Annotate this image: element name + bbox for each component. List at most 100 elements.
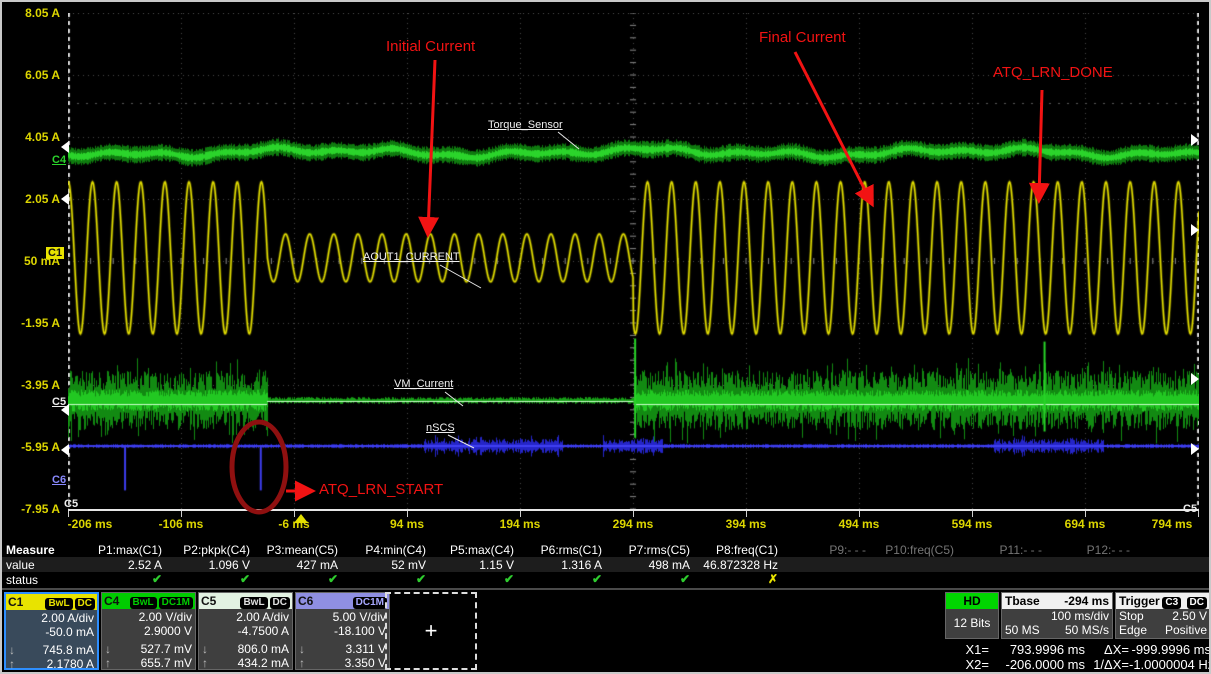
x-axis-label: 494 ms — [839, 517, 880, 531]
timebase-box[interactable]: Tbase -294 ms 100 ms/div 50 MS 50 MS/s — [1001, 592, 1113, 639]
channel-badge-dc1m: DC1M — [353, 597, 387, 609]
channel-box-c4[interactable]: C4BwLDC1M2.00 V/div2.9000 V↓527.7 mV↑655… — [101, 592, 196, 670]
channel-badge-bwl: BwL — [240, 597, 267, 609]
y-axis-label: 8.05 A — [4, 7, 60, 19]
dashboard: C1BwLDC2.00 A/div-50.0 mA↓745.8 mA↑2.178… — [2, 590, 1211, 674]
channel-offset: -50.0 mA — [9, 625, 94, 639]
trigger-coupling-badge: DC — [1187, 597, 1207, 609]
channel-badge-dc: DC — [270, 597, 290, 609]
min-arrow-icon: ↓ — [299, 642, 305, 656]
measure-col-header-p7[interactable]: P7:rms(C5) — [602, 543, 690, 557]
channel-offset: -18.100 V — [299, 624, 386, 638]
trigger-time-marker[interactable] — [294, 514, 308, 523]
time-axis-tick — [1085, 511, 1086, 517]
trace-label-aout1-current: AOUT1_CURRENT — [363, 251, 460, 263]
time-axis-tick — [407, 511, 408, 517]
channel-min-value: 527.7 mV — [141, 642, 192, 656]
plus-icon: + — [425, 618, 438, 644]
max-arrow-icon: ↑ — [9, 657, 15, 671]
trace-label-vm-current: VM_Current — [394, 378, 453, 390]
trigger-type: Edge — [1119, 623, 1147, 637]
measure-col-header-p1[interactable]: P1:max(C1) — [74, 543, 162, 557]
trace-level-marker-right[interactable] — [1191, 373, 1199, 385]
waveform-canvas[interactable] — [68, 13, 1199, 509]
channel-marker-c4[interactable]: C4 — [52, 154, 66, 166]
time-axis-tick — [633, 511, 634, 517]
x-axis-label: -106 ms — [159, 517, 204, 531]
time-axis-tick — [68, 511, 69, 517]
max-arrow-icon: ↑ — [299, 656, 305, 670]
measure-col-header-p10[interactable]: P10:freq(C5) — [866, 543, 954, 557]
trace-level-marker-right[interactable] — [1191, 224, 1199, 236]
x-axis-label: 594 ms — [952, 517, 993, 531]
channel-min-value: 745.8 mA — [43, 643, 94, 657]
measure-col-header-p2[interactable]: P2:pkpk(C4) — [162, 543, 250, 557]
x-axis-label: 394 ms — [726, 517, 767, 531]
add-trace-button[interactable]: + — [385, 592, 477, 670]
x2-label: X2= — [945, 657, 989, 672]
channel-max-value: 3.350 V — [345, 656, 386, 670]
hd-mode-box[interactable]: HD 12 Bits — [945, 592, 999, 639]
trigger-mode: Stop — [1119, 609, 1144, 623]
x-axis-label: -206 ms — [68, 517, 113, 531]
measure-value-p1: 2.52 A — [74, 558, 162, 572]
channel-badge-dc1m: DC1M — [159, 597, 193, 609]
measure-col-header-p4[interactable]: P4:min(C4) — [338, 543, 426, 557]
trigger-label: Trigger — [1119, 594, 1160, 608]
time-axis-tick — [1198, 511, 1199, 517]
x-axis-label: 794 ms — [1152, 517, 1193, 531]
annotation-final-current: Final Current — [759, 29, 846, 46]
y-axis-label: -7.95 A — [4, 503, 60, 515]
trace-level-marker-right[interactable] — [1191, 443, 1199, 455]
measure-value-p5: 1.15 V — [426, 558, 514, 572]
channel-box-c5[interactable]: C5BwLDC2.00 A/div-4.7500 A↓806.0 mA↑434.… — [198, 592, 293, 670]
x1-label: X1= — [945, 642, 989, 657]
trace-label-torque-sensor: Torque_Sensor — [488, 119, 563, 131]
measure-col-header-p12[interactable]: P12:- - - — [1042, 543, 1130, 557]
hd-label: HD — [963, 594, 980, 608]
channel-max-value: 2.1780 A — [47, 657, 94, 671]
channel-box-c1[interactable]: C1BwLDC2.00 A/div-50.0 mA↓745.8 mA↑2.178… — [4, 592, 99, 670]
channel-offset: 2.9000 V — [105, 624, 192, 638]
tbase-label: Tbase — [1005, 594, 1040, 608]
x-axis-label: 294 ms — [613, 517, 654, 531]
channel-badge-bwl: BwL — [45, 598, 72, 610]
trace-level-marker-right[interactable] — [1191, 134, 1199, 146]
x2-value: -206.0000 ms — [989, 657, 1085, 672]
measure-col-header-p8[interactable]: P8:freq(C1) — [690, 543, 778, 557]
channel-id-label: C1 — [8, 595, 23, 609]
channel-vdiv: 5.00 V/div — [299, 610, 386, 624]
measure-col-header-p6[interactable]: P6:rms(C1) — [514, 543, 602, 557]
dx-value: -999.9996 ms — [1129, 642, 1211, 657]
max-arrow-icon: ↑ — [202, 656, 208, 670]
measure-col-header-p11[interactable]: P11:- - - — [954, 543, 1042, 557]
y-axis-label: -5.95 A — [4, 441, 60, 453]
trace-level-marker-left[interactable] — [61, 141, 69, 153]
measure-col-header-p5[interactable]: P5:max(C4) — [426, 543, 514, 557]
channel-marker-c6[interactable]: C6 — [52, 474, 66, 486]
measure-value-p2: 1.096 V — [162, 558, 250, 572]
channel-id-label: C5 — [201, 594, 216, 608]
value-row-label: value — [6, 558, 35, 572]
channel-vdiv: 2.00 V/div — [105, 610, 192, 624]
measure-col-header-p3[interactable]: P3:mean(C5) — [250, 543, 338, 557]
measure-col-header-p9[interactable]: P9:- - - — [778, 543, 866, 557]
channel-marker-c5[interactable]: C5 — [52, 396, 66, 408]
channel-badge-bwl: BwL — [130, 597, 157, 609]
channel-box-c6[interactable]: C6 DC1M5.00 V/div-18.100 V ↓ 3.311 V ↑ 3.350 … — [295, 592, 390, 670]
measure-value-p3: 427 mA — [250, 558, 338, 572]
min-arrow-icon: ↓ — [9, 643, 15, 657]
channel-marker-c1[interactable]: C1 — [46, 247, 64, 259]
y-axis-label: 4.05 A — [4, 131, 60, 143]
channel-id-label: C6 — [298, 594, 313, 608]
trace-level-marker-left[interactable] — [61, 193, 69, 205]
tbase-samples: 50 MS — [1005, 623, 1040, 637]
trigger-box[interactable]: Trigger C3 DC Stop 2.50 V Edge Positive — [1115, 592, 1211, 639]
channel-min-value: 3.311 V — [346, 642, 386, 656]
channel-id-label: C4 — [104, 594, 119, 608]
trace-level-marker-left[interactable] — [61, 444, 69, 456]
tbase-per-div: 100 ms/div — [1051, 609, 1109, 623]
invdx-label: 1/ΔX= — [1085, 657, 1129, 672]
measure-status-p8-warn-icon: ✗ — [690, 572, 804, 586]
tbase-delay: -294 ms — [1064, 594, 1109, 608]
